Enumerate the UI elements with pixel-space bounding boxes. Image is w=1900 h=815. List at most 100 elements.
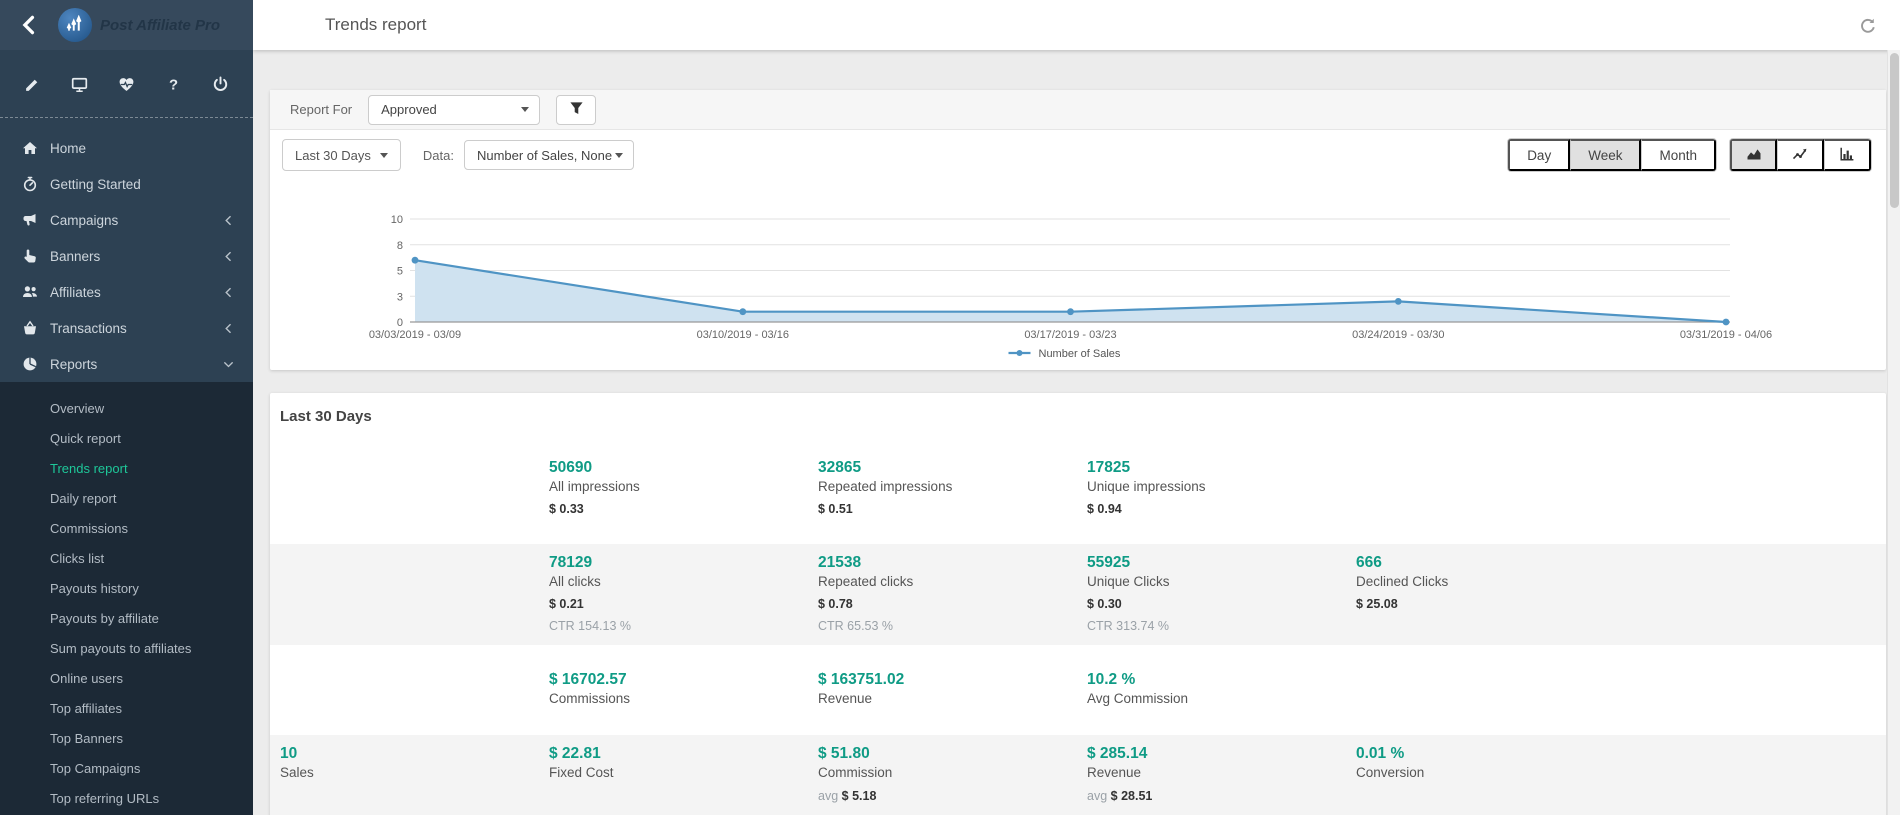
stat-label: Conversion [1356,764,1625,781]
stat-sub-value: $ 0.51 [818,502,1087,516]
stat-fixed-cost: $ 22.81Fixed Cost [549,745,818,803]
stat-revenue: $ 163751.02 Revenue [818,671,1087,707]
submenu-item-payouts-history[interactable]: Payouts history [0,574,253,604]
sidebar-item-label: Affiliates [50,285,101,300]
stat-value: 0.01 % [1356,745,1625,762]
monitor-icon[interactable] [71,76,88,93]
stat-label: Avg Commission [1087,690,1356,707]
filter-button[interactable] [556,95,596,125]
stat-conversion: 0.01 % Conversion [1356,745,1625,803]
stat-label: Repeated clicks [818,573,1087,590]
svg-text:Number of Sales: Number of Sales [1039,348,1121,360]
area-chart-icon [1746,146,1762,165]
sidebar-item-label: Campaigns [50,213,118,228]
submenu-item-online-users[interactable]: Online users [0,664,253,694]
stat-all-impressions: 50690All impressions$ 0.33 [549,459,818,516]
stat-note: CTR 154.13 % [549,619,818,633]
chevron-left-icon [222,250,235,263]
period-button-week[interactable]: Week [1570,139,1641,171]
sidebar-toolbar: ? [0,50,253,118]
stat-all-clicks: 78129All clicks$ 0.21CTR 154.13 % [549,554,818,633]
period-button-month[interactable]: Month [1641,139,1716,171]
submenu-item-top-banners[interactable]: Top Banners [0,724,253,754]
stats-card: Last 30 Days 50690All impressions$ 0.333… [270,393,1886,815]
stat-declined-clicks: 666 Declined Clicks $ 25.08 [1356,554,1625,633]
home-icon [21,140,39,156]
back-chevron-icon[interactable] [18,14,40,36]
question-icon[interactable]: ? [165,76,182,93]
sidebar-nav: HomeGetting Started Campaigns Banners Affil… [0,118,253,382]
stats-row: 78129All clicks$ 0.21CTR 154.13 %21538Re… [270,544,1886,645]
stat-label: Declined Clicks [1356,573,1625,590]
chevron-left-icon [222,286,235,299]
area-chart-button[interactable] [1730,139,1777,171]
submenu-item-payouts-by-affiliate[interactable]: Payouts by affiliate [0,604,253,634]
stat-label: Revenue [818,690,1087,707]
bar-chart-icon [1839,146,1855,165]
stat-label: All impressions [549,478,818,495]
stat-value: $ 163751.02 [818,671,1087,688]
stats-row: 50690All impressions$ 0.3332865Repeated … [270,449,1886,528]
stat-value: 32865 [818,459,1087,476]
reports-submenu: OverviewQuick reportTrends reportDaily r… [0,382,253,815]
stat-value: $ 22.81 [549,745,818,762]
submenu-item-sum-payouts-to-affiliates[interactable]: Sum payouts to affiliates [0,634,253,664]
caret-down-icon [615,153,623,158]
data-series-value: Number of Sales, None [477,148,612,163]
svg-text:5: 5 [397,266,403,278]
submenu-item-daily-report[interactable]: Daily report [0,484,253,514]
sidebar-item-getting-started[interactable]: Getting Started [0,166,253,202]
stat-sub-value: $ 0.33 [549,502,818,516]
submenu-item-overview[interactable]: Overview [0,394,253,424]
submenu-item-top-campaigns[interactable]: Top Campaigns [0,754,253,784]
stat-commission: $ 51.80Commissionavg $ 5.18 [818,745,1087,803]
line-chart-button[interactable] [1777,139,1824,171]
trends-chart-card: Report For Approved Last 30 Days [270,90,1886,370]
stat-value: 17825 [1087,459,1356,476]
stats-panel-title: Last 30 Days [270,393,1886,425]
submenu-item-top-affiliates[interactable]: Top affiliates [0,694,253,724]
chart-controls-row: Last 30 Days Data: Number of Sales, None… [270,130,1886,180]
scrollbar-thumb[interactable] [1890,53,1899,208]
stat-note: avg $ 5.18 [818,789,1087,803]
stat-repeated-impressions: 32865Repeated impressions$ 0.51 [818,459,1087,516]
stat-value: 10 [280,745,549,762]
submenu-item-top-referring-urls[interactable]: Top referring URLs [0,784,253,814]
power-icon[interactable] [212,76,229,93]
submenu-item-commissions[interactable]: Commissions [0,514,253,544]
sidebar-item-campaigns[interactable]: Campaigns [0,202,253,238]
stat-sub-value: $ 0.94 [1087,502,1356,516]
data-series-select[interactable]: Number of Sales, None [464,140,634,170]
refresh-icon[interactable] [1859,17,1876,34]
stat-label: Commissions [549,690,818,707]
submenu-item-quick-report[interactable]: Quick report [0,424,253,454]
report-for-select[interactable]: Approved [368,95,540,125]
stats-row: $ 16702.57Commissions$ 163751.02Revenue1… [270,661,1886,719]
sidebar-item-reports[interactable]: Reports [0,346,253,382]
sidebar-item-banners[interactable]: Banners [0,238,253,274]
date-range-dropdown[interactable]: Last 30 Days [282,139,401,171]
bar-chart-button[interactable] [1824,139,1871,171]
date-range-value: Last 30 Days [295,148,371,163]
app-logo-icon [58,8,92,42]
svg-text:8: 8 [397,240,403,252]
basket-icon [21,320,39,336]
submenu-item-trends-report[interactable]: Trends report [0,454,253,484]
sidebar-item-transactions[interactable]: Transactions [0,310,253,346]
stat-sub-value: $ 0.78 [818,597,1087,611]
pencil-icon[interactable] [24,76,41,93]
chart-type-group [1729,138,1872,172]
sidebar-item-label: Reports [50,357,97,372]
line-chart-icon [1792,146,1808,165]
topbar: Trends report [253,0,1900,50]
stat-value: 666 [1356,554,1625,571]
heartbeat-icon[interactable] [118,76,135,93]
stat-note: CTR 65.53 % [818,619,1087,633]
stat-sub-value: $ 25.08 [1356,597,1625,611]
period-button-day[interactable]: Day [1508,139,1570,171]
content: Report For Approved Last 30 Days [253,50,1900,815]
submenu-item-clicks-list[interactable]: Clicks list [0,544,253,574]
sidebar-item-affiliates[interactable]: Affiliates [0,274,253,310]
sidebar-item-home[interactable]: Home [0,130,253,166]
users-icon [21,284,39,300]
